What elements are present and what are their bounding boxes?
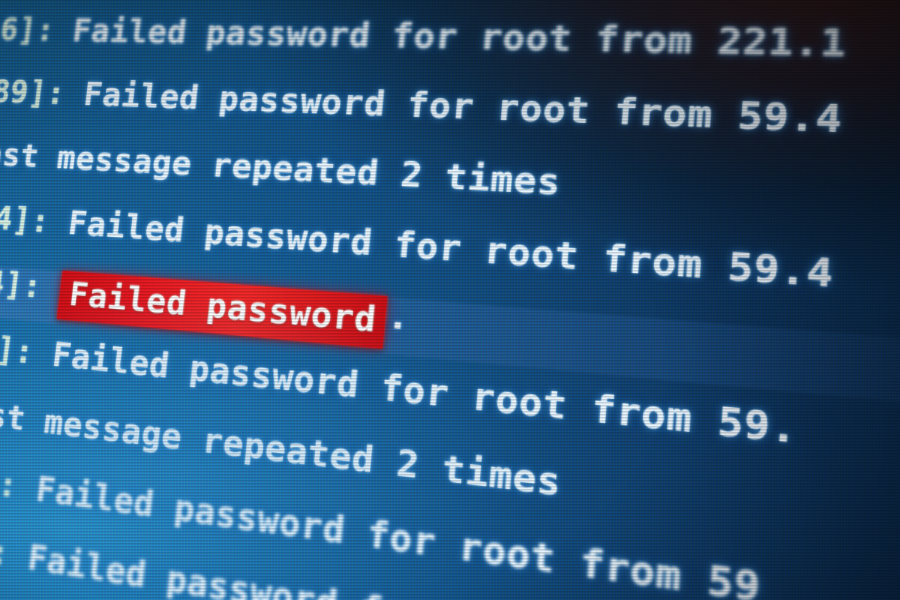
lens-vignette — [0, 0, 900, 600]
log-screen-photo: shd[8016]: Failed password for root from… — [0, 0, 900, 600]
